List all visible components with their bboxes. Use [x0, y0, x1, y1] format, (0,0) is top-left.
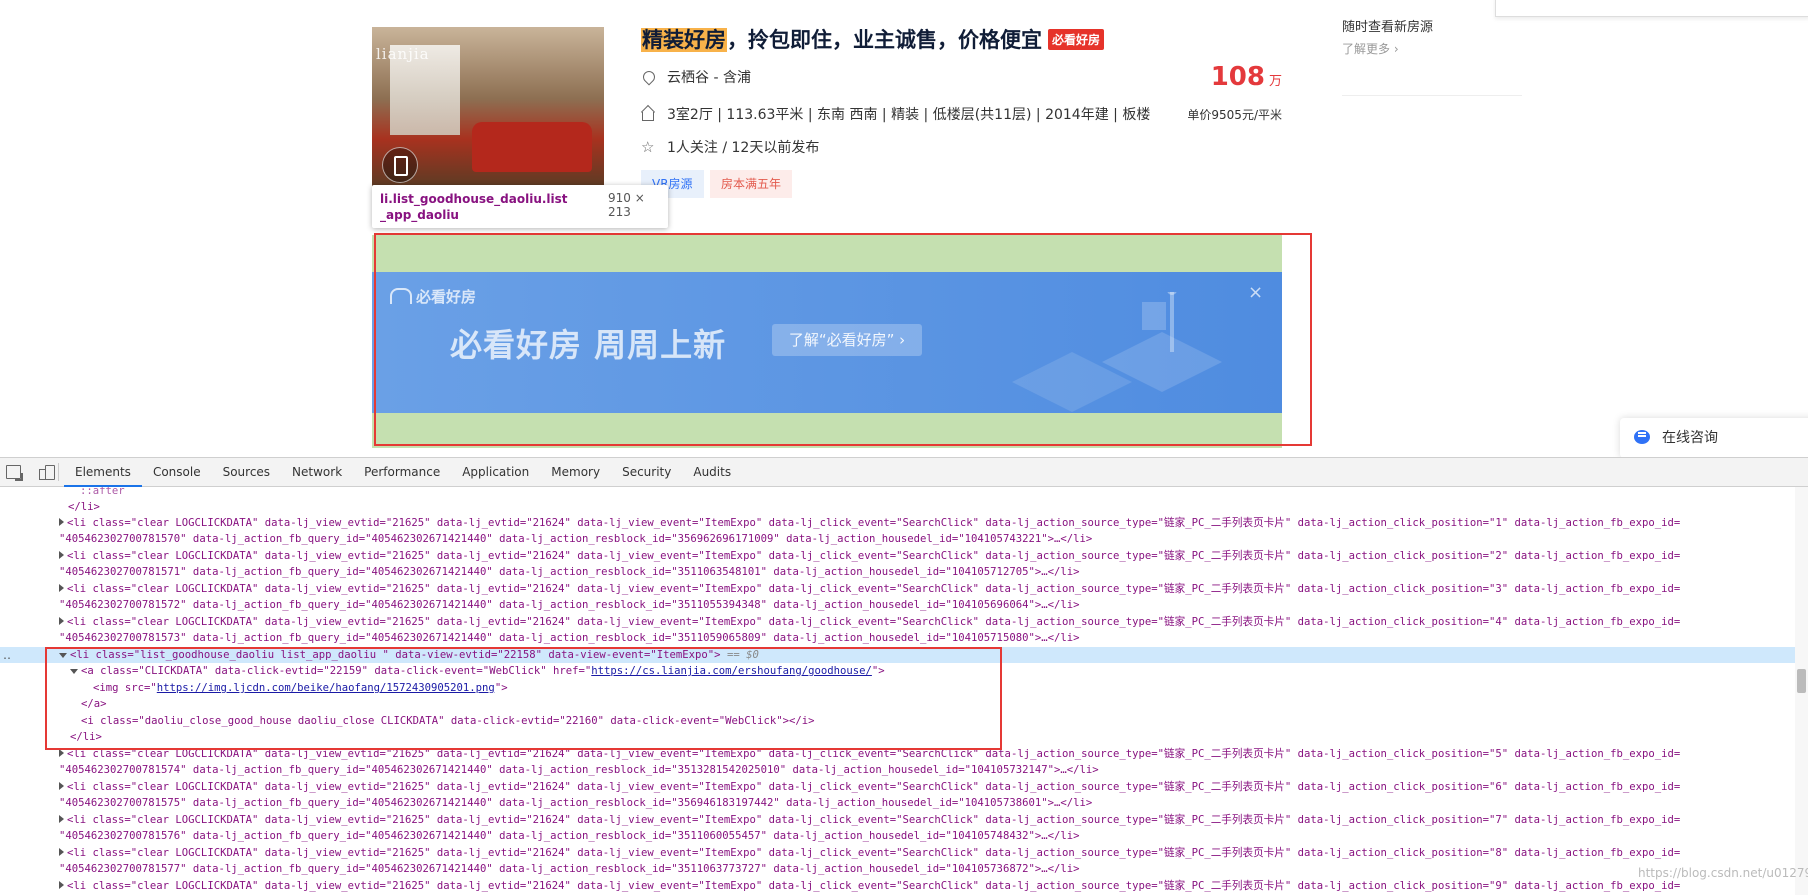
li-8-attrs: <li class="clear LOGCLICKDATA" data-lj_v…: [67, 847, 1681, 859]
devtools-tabbar: Elements Console Sources Network Perform…: [0, 458, 1808, 487]
sidebar-text: 随时查看新房源: [1342, 20, 1434, 35]
tab-memory[interactable]: Memory: [540, 458, 611, 486]
floating-panel: [1495, 0, 1808, 17]
dom-line-li-8[interactable]: <li class="clear LOGCLICKDATA" data-lj_v…: [0, 845, 1795, 861]
annotation-box-bottom: [45, 647, 1002, 750]
blog-watermark: https://blog.csdn.net/u012795790: [1638, 866, 1808, 880]
row-actions-icon[interactable]: ‥: [3, 647, 11, 663]
dom-line-li-1[interactable]: <li class="clear LOGCLICKDATA" data-lj_v…: [0, 515, 1795, 531]
li-3-attrs-cont: "405462302700781572" data-lj_action_fb_q…: [59, 599, 1080, 611]
expand-arrow-icon[interactable]: [59, 815, 64, 823]
dom-line-li-2-cont[interactable]: "405462302700781571" data-lj_action_fb_q…: [0, 564, 1795, 580]
dom-line-li-3-cont[interactable]: "405462302700781572" data-lj_action_fb_q…: [0, 597, 1795, 613]
online-consult-button[interactable]: 在线咨询: [1620, 418, 1808, 457]
dom-line-li-7[interactable]: <li class="clear LOGCLICKDATA" data-lj_v…: [0, 812, 1795, 828]
dom-line-li-4[interactable]: <li class="clear LOGCLICKDATA" data-lj_v…: [0, 614, 1795, 630]
device-toggle-icon[interactable]: [39, 465, 55, 480]
dom-line-li-9[interactable]: <li class="clear LOGCLICKDATA" data-lj_v…: [0, 878, 1795, 894]
pseudo-after: ::after: [80, 487, 125, 497]
title-text: ，拎包即住，业主诚售，价格便宜: [727, 28, 1042, 52]
house-photo[interactable]: lianjia: [372, 27, 604, 187]
tab-audits[interactable]: Audits: [682, 458, 742, 486]
chat-icon: [1634, 430, 1650, 444]
dom-line-li-2[interactable]: <li class="clear LOGCLICKDATA" data-lj_v…: [0, 548, 1795, 564]
tab-security[interactable]: Security: [611, 458, 682, 486]
price-unit: 万: [1268, 74, 1282, 89]
learn-more-link[interactable]: 了解更多 ›: [1342, 40, 1399, 57]
price-value: 108: [1210, 62, 1265, 92]
li-8-attrs-cont: "405462302700781577" data-lj_action_fb_q…: [59, 863, 1080, 875]
li-5-attrs-cont: "405462302700781574" data-lj_action_fb_q…: [59, 764, 1099, 776]
li-3-attrs: <li class="clear LOGCLICKDATA" data-lj_v…: [67, 583, 1681, 595]
li-4-attrs-cont: "405462302700781573" data-lj_action_fb_q…: [59, 632, 1080, 644]
expand-arrow-icon[interactable]: [59, 749, 64, 757]
inspect-element-icon[interactable]: [6, 465, 23, 481]
li-6-attrs: <li class="clear LOGCLICKDATA" data-lj_v…: [67, 781, 1681, 793]
expand-arrow-icon[interactable]: [59, 617, 64, 625]
dom-line-li-7-cont[interactable]: "405462302700781576" data-lj_action_fb_q…: [0, 828, 1795, 844]
li-1-attrs-cont: "405462302700781570" data-lj_action_fb_q…: [59, 533, 1093, 545]
tooltip-size: 910 × 213: [608, 191, 645, 219]
location-pin-icon: [640, 68, 658, 86]
li-close-tag: </li>: [68, 501, 100, 513]
follow-text: 1人关注 / 12天以前发布: [667, 140, 820, 156]
tag-five-years: 房本满五年: [710, 170, 793, 198]
photo-watermark: lianjia: [376, 45, 430, 63]
li-9-attrs: <li class="clear LOGCLICKDATA" data-lj_v…: [67, 880, 1681, 892]
devtools-tools: [6, 465, 55, 481]
tab-application[interactable]: Application: [451, 458, 540, 486]
house-icon: [641, 107, 655, 121]
scrollbar-thumb[interactable]: [1797, 669, 1806, 693]
webpage-viewport: lianjia 精装好房，拎包即住，业主诚售，价格便宜 必看好房 云栖谷 - 含浦…: [0, 0, 1808, 457]
photo-sofa: [472, 122, 592, 172]
devtools-tab-list: Elements Console Sources Network Perform…: [64, 458, 742, 487]
expand-arrow-icon[interactable]: [59, 782, 64, 790]
dom-line-li-6[interactable]: <li class="clear LOGCLICKDATA" data-lj_v…: [0, 779, 1795, 795]
dom-line-li-4-cont[interactable]: "405462302700781573" data-lj_action_fb_q…: [0, 630, 1795, 646]
tabbar-separator: [58, 463, 59, 481]
total-price: 108 万: [1211, 62, 1282, 92]
annotation-box-top: [374, 233, 1312, 446]
expand-arrow-icon[interactable]: [59, 881, 64, 889]
li-7-attrs-cont: "405462302700781576" data-lj_action_fb_q…: [59, 830, 1080, 842]
tab-sources[interactable]: Sources: [212, 458, 281, 486]
li-6-attrs-cont: "405462302700781575" data-lj_action_fb_q…: [59, 797, 1093, 809]
title-highlight: 精装好房: [641, 28, 727, 52]
location-line[interactable]: 云栖谷 - 含浦: [640, 67, 751, 87]
tooltip-selector: li.list_goodhouse_daoliu.list_app_daoliu: [380, 192, 568, 222]
vr-icon[interactable]: [382, 147, 418, 183]
consult-label: 在线咨询: [1662, 430, 1718, 446]
listing-title[interactable]: 精装好房，拎包即住，业主诚售，价格便宜 必看好房: [641, 24, 1105, 54]
dom-line-li-3[interactable]: <li class="clear LOGCLICKDATA" data-lj_v…: [0, 581, 1795, 597]
sidebar-divider: [1342, 95, 1522, 96]
details-text: 3室2厅 | 113.63平米 | 东南 西南 | 精装 | 低楼层(共11层)…: [667, 107, 1151, 123]
li-2-attrs-cont: "405462302700781571" data-lj_action_fb_q…: [59, 566, 1080, 578]
expand-arrow-icon[interactable]: [59, 584, 64, 592]
tab-performance[interactable]: Performance: [353, 458, 451, 486]
dom-line-li-1-cont[interactable]: "405462302700781570" data-lj_action_fb_q…: [0, 531, 1795, 547]
li-7-attrs: <li class="clear LOGCLICKDATA" data-lj_v…: [67, 814, 1681, 826]
elements-scrollbar[interactable]: [1795, 487, 1808, 895]
li-2-attrs: <li class="clear LOGCLICKDATA" data-lj_v…: [67, 550, 1681, 562]
unit-price: 单价9505元/平米: [1187, 108, 1282, 122]
star-icon: ☆: [641, 138, 655, 156]
bikan-badge: 必看好房: [1048, 29, 1105, 50]
tab-console[interactable]: Console: [142, 458, 212, 486]
dom-line-li-6-cont[interactable]: "405462302700781575" data-lj_action_fb_q…: [0, 795, 1795, 811]
tab-network[interactable]: Network: [281, 458, 353, 486]
dom-line-li-5-cont[interactable]: "405462302700781574" data-lj_action_fb_q…: [0, 762, 1795, 778]
expand-arrow-icon[interactable]: [59, 551, 64, 559]
dom-line-li-8-cont[interactable]: "405462302700781577" data-lj_action_fb_q…: [0, 861, 1795, 877]
expand-arrow-icon[interactable]: [59, 518, 64, 526]
dom-line[interactable]: </li>: [0, 499, 1795, 515]
inspector-tooltip: li.list_goodhouse_daoliu.list_app_daoliu…: [372, 185, 668, 228]
location-text[interactable]: 云栖谷 - 含浦: [667, 67, 751, 87]
dom-line[interactable]: ::after: [0, 487, 1795, 499]
li-1-attrs: <li class="clear LOGCLICKDATA" data-lj_v…: [67, 517, 1681, 529]
follow-line: ☆ 1人关注 / 12天以前发布: [641, 137, 819, 157]
details-line: 3室2厅 | 113.63平米 | 东南 西南 | 精装 | 低楼层(共11层)…: [641, 104, 1150, 124]
li-4-attrs: <li class="clear LOGCLICKDATA" data-lj_v…: [67, 616, 1681, 628]
tab-elements[interactable]: Elements: [64, 458, 142, 487]
expand-arrow-icon[interactable]: [59, 848, 64, 856]
